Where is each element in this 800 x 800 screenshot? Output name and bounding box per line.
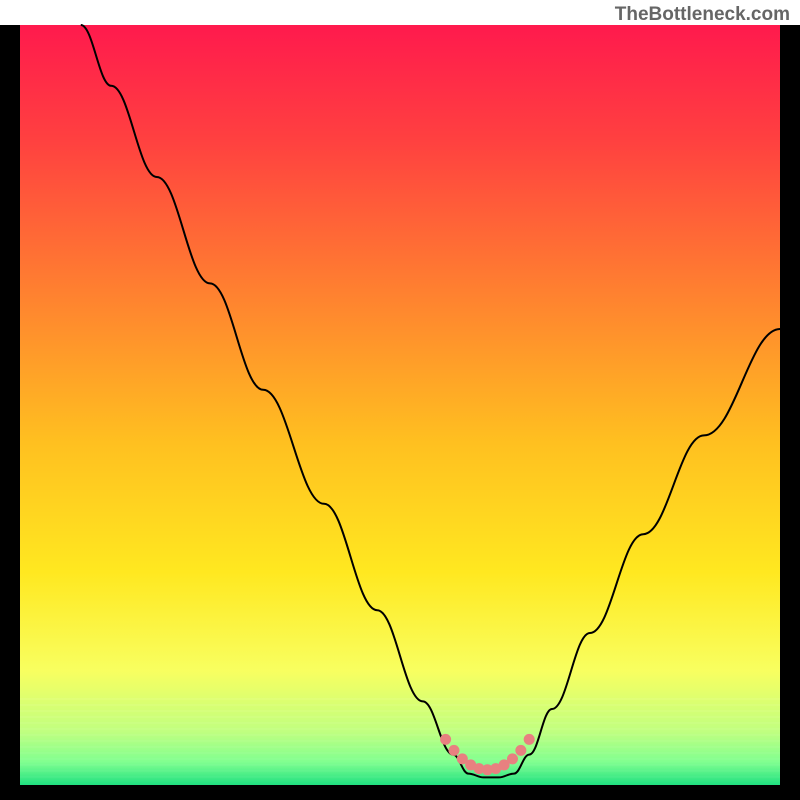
chart-container: TheBottleneck.com [0, 0, 800, 800]
bottleneck-chart [0, 0, 800, 800]
frame-right [780, 25, 800, 800]
frame-bottom [0, 785, 800, 800]
watermark-text: TheBottleneck.com [615, 4, 790, 26]
plot-background [20, 25, 780, 785]
frame-left [0, 25, 20, 800]
